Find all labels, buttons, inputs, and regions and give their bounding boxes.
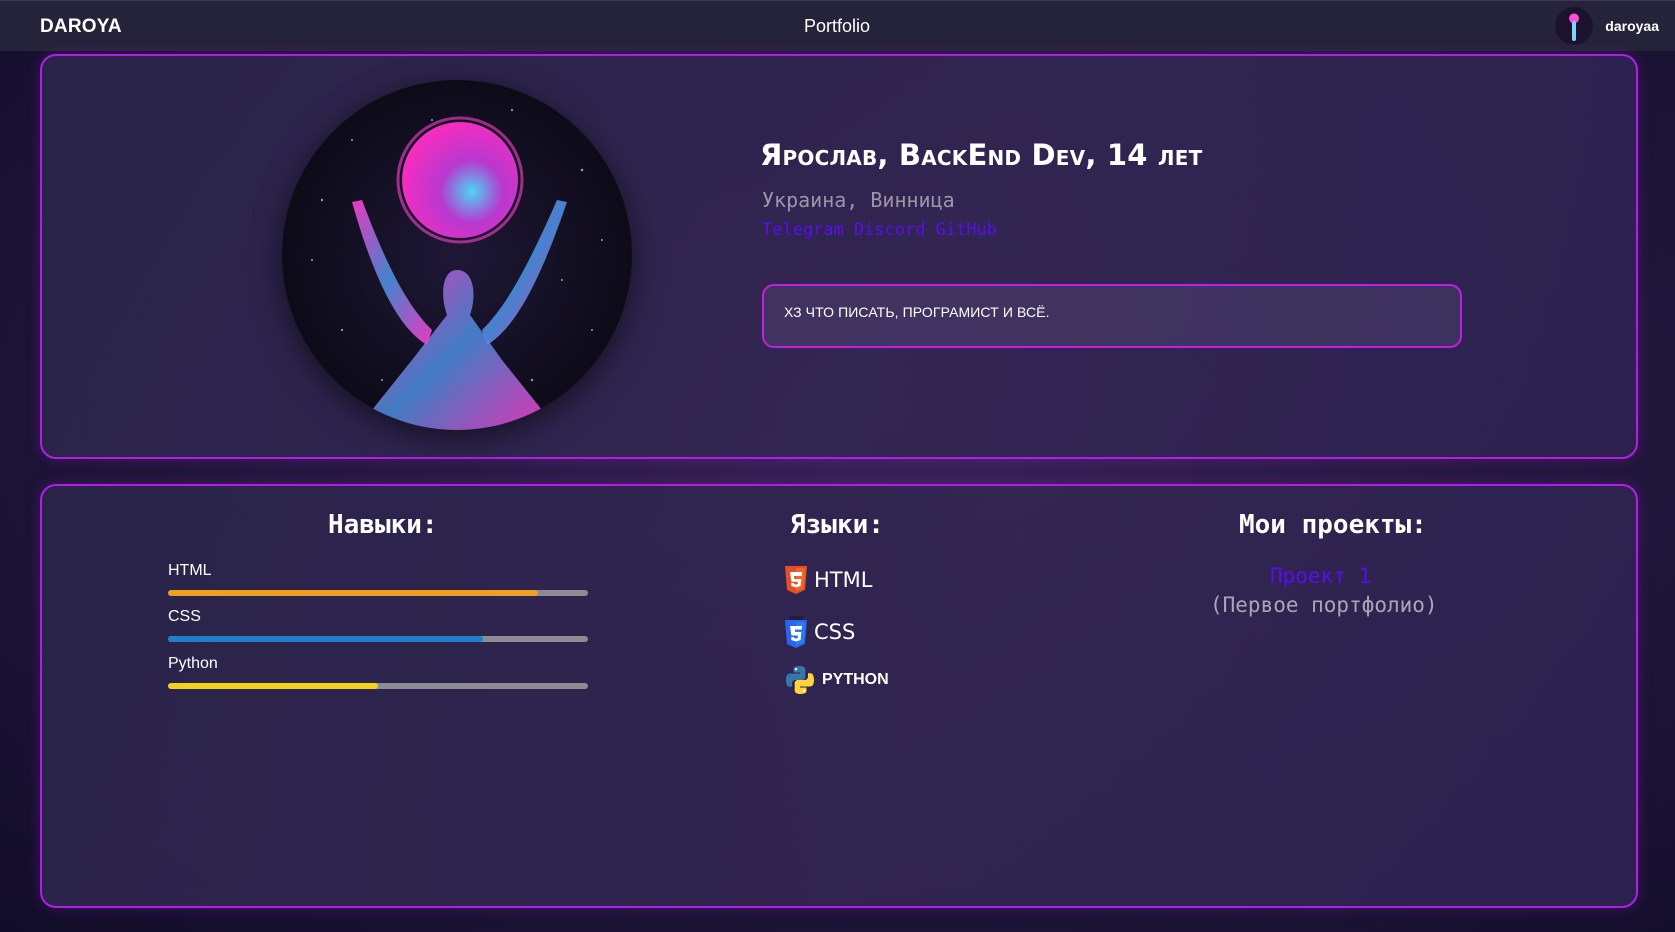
language-label-html: HTML: [814, 568, 873, 592]
brand-logo[interactable]: DAROYA: [40, 16, 122, 38]
css3-icon: [785, 616, 807, 648]
language-item-html: HTML: [784, 566, 872, 594]
profile-location: Украина, Винница: [762, 188, 955, 212]
skill-bar-python: [168, 683, 588, 689]
about-text: ХЗ ЧТО ПИСАТЬ, ПРОГРАМИСТ И ВСЁ.: [784, 304, 1050, 320]
social-links: Telegram Discord GitHub: [762, 220, 1007, 240]
language-item-python: PYTHON: [784, 664, 889, 696]
project-link[interactable]: Проект 1: [1270, 564, 1371, 588]
profile-avatar: [282, 80, 632, 430]
skill-label-python: Python: [168, 655, 218, 672]
username[interactable]: daroyaa: [1605, 18, 1659, 34]
top-navbar: DAROYA Portfolio daroyaa: [0, 0, 1675, 51]
language-label-css: CSS: [814, 620, 856, 644]
languages-title: Языки:: [790, 510, 884, 540]
discord-link[interactable]: Discord: [854, 220, 926, 240]
about-box: ХЗ ЧТО ПИСАТЬ, ПРОГРАМИСТ И ВСЁ.: [762, 284, 1462, 348]
html5-icon: [785, 566, 807, 594]
skill-fill-css: [168, 636, 483, 642]
skills-title: Навыки:: [328, 510, 438, 540]
skill-bar-html: [168, 590, 588, 596]
projects-title: Мои проекты:: [1239, 510, 1427, 540]
language-label-python: PYTHON: [822, 671, 889, 688]
profile-card: Ярослав, BackEnd Dev, 14 лет Украина, Ви…: [40, 54, 1638, 459]
skills-card: Навыки: HTML CSS Python Языки: HTML CSS: [40, 484, 1638, 908]
project-description: (Первое портфолио): [1210, 593, 1438, 617]
user-menu[interactable]: daroyaa: [1555, 7, 1659, 45]
profile-name: Ярослав, BackEnd Dev, 14 лет: [760, 138, 1203, 172]
skill-bar-css: [168, 636, 588, 642]
telegram-link[interactable]: Telegram: [762, 220, 844, 240]
user-avatar[interactable]: [1555, 7, 1594, 45]
skill-fill-python: [168, 683, 378, 689]
skill-label-html: HTML: [168, 562, 212, 579]
skill-fill-html: [168, 590, 538, 596]
python-icon: [786, 666, 814, 694]
page-title: Portfolio: [804, 16, 871, 36]
language-item-css: CSS: [784, 616, 855, 648]
github-link[interactable]: GitHub: [936, 220, 997, 240]
skill-label-css: CSS: [168, 608, 201, 625]
avatar-illustration: [282, 80, 632, 430]
